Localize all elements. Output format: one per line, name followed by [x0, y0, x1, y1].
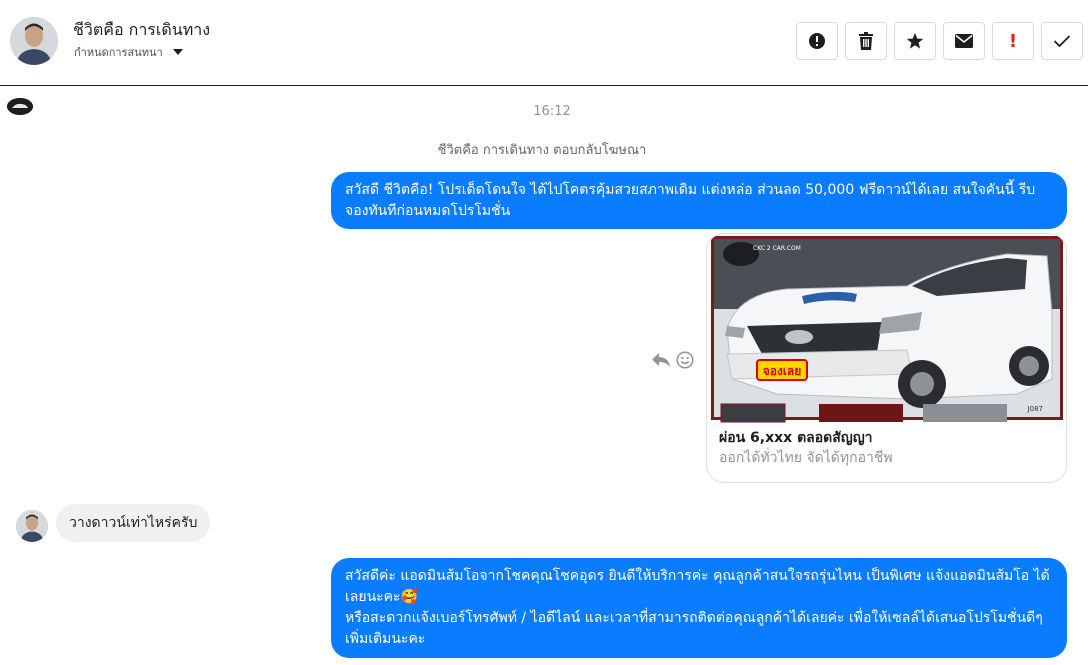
trash-icon [859, 32, 873, 50]
ad-title: ผ่อน 6,xxx ตลอดสัญญา [719, 430, 873, 446]
ad-reply-note: ชีวิตคือ การเดินทาง ตอบกลับโฆษณา [437, 143, 647, 158]
star-button[interactable] [894, 22, 936, 60]
car-code: J087 [1027, 405, 1043, 413]
mail-icon [955, 34, 973, 48]
reply-icon[interactable] [651, 352, 671, 368]
emoji-reaction-icon[interactable] [676, 351, 694, 369]
delete-button[interactable] [845, 22, 887, 60]
exclamation-icon: ! [1008, 30, 1018, 52]
check-icon [1053, 35, 1071, 48]
ad-card[interactable]: CKC 2 CAR.COM จองเลย J087 ผ่อน 6,xxx ตลอ… [706, 233, 1067, 483]
book-now-badge: จองเลย [756, 359, 808, 381]
contact-name: ชีวิตคือ การเดินทาง [73, 20, 211, 39]
spam-button[interactable]: ! [992, 22, 1034, 60]
done-button[interactable] [1041, 22, 1083, 60]
svg-text:จองเลย: จองเลย [763, 364, 802, 378]
incoming-message[interactable]: วางดาวน์เท่าไหร่ครับ [56, 504, 211, 542]
info-icon [809, 33, 825, 49]
conversation-menu[interactable]: กำหนดการสนทนา [74, 43, 183, 61]
caret-down-icon [172, 49, 183, 55]
outgoing-message[interactable]: สวัสดี ชีวิตคือ! โปรเด็ดโดนใจ ได้ไปโคตรค… [331, 172, 1067, 229]
outgoing-message[interactable]: สวัสดีค่ะ แอดมินส้มโอจากโชคคุณโชคอุดร ยิ… [331, 558, 1067, 658]
contact-avatar[interactable] [10, 17, 58, 65]
car-photo: CKC 2 CAR.COM จองเลย J087 [707, 234, 1066, 424]
conversation-header: ชีวิตคือ การเดินทาง กำหนดการสนทนา ! [0, 0, 1088, 86]
contact-avatar-small [16, 510, 48, 542]
mail-button[interactable] [943, 22, 985, 60]
info-button[interactable] [796, 22, 838, 60]
watermark-text: CKC 2 CAR.COM [753, 245, 801, 252]
header-actions: ! [796, 22, 1083, 60]
conversation-menu-label: กำหนดการสนทนา [74, 46, 163, 59]
ad-subtitle: ออกได้ทั่วไทย จัดได้ทุกอาชีพ [719, 450, 893, 466]
star-icon [906, 33, 924, 49]
timestamp: 16:12 [533, 104, 571, 119]
